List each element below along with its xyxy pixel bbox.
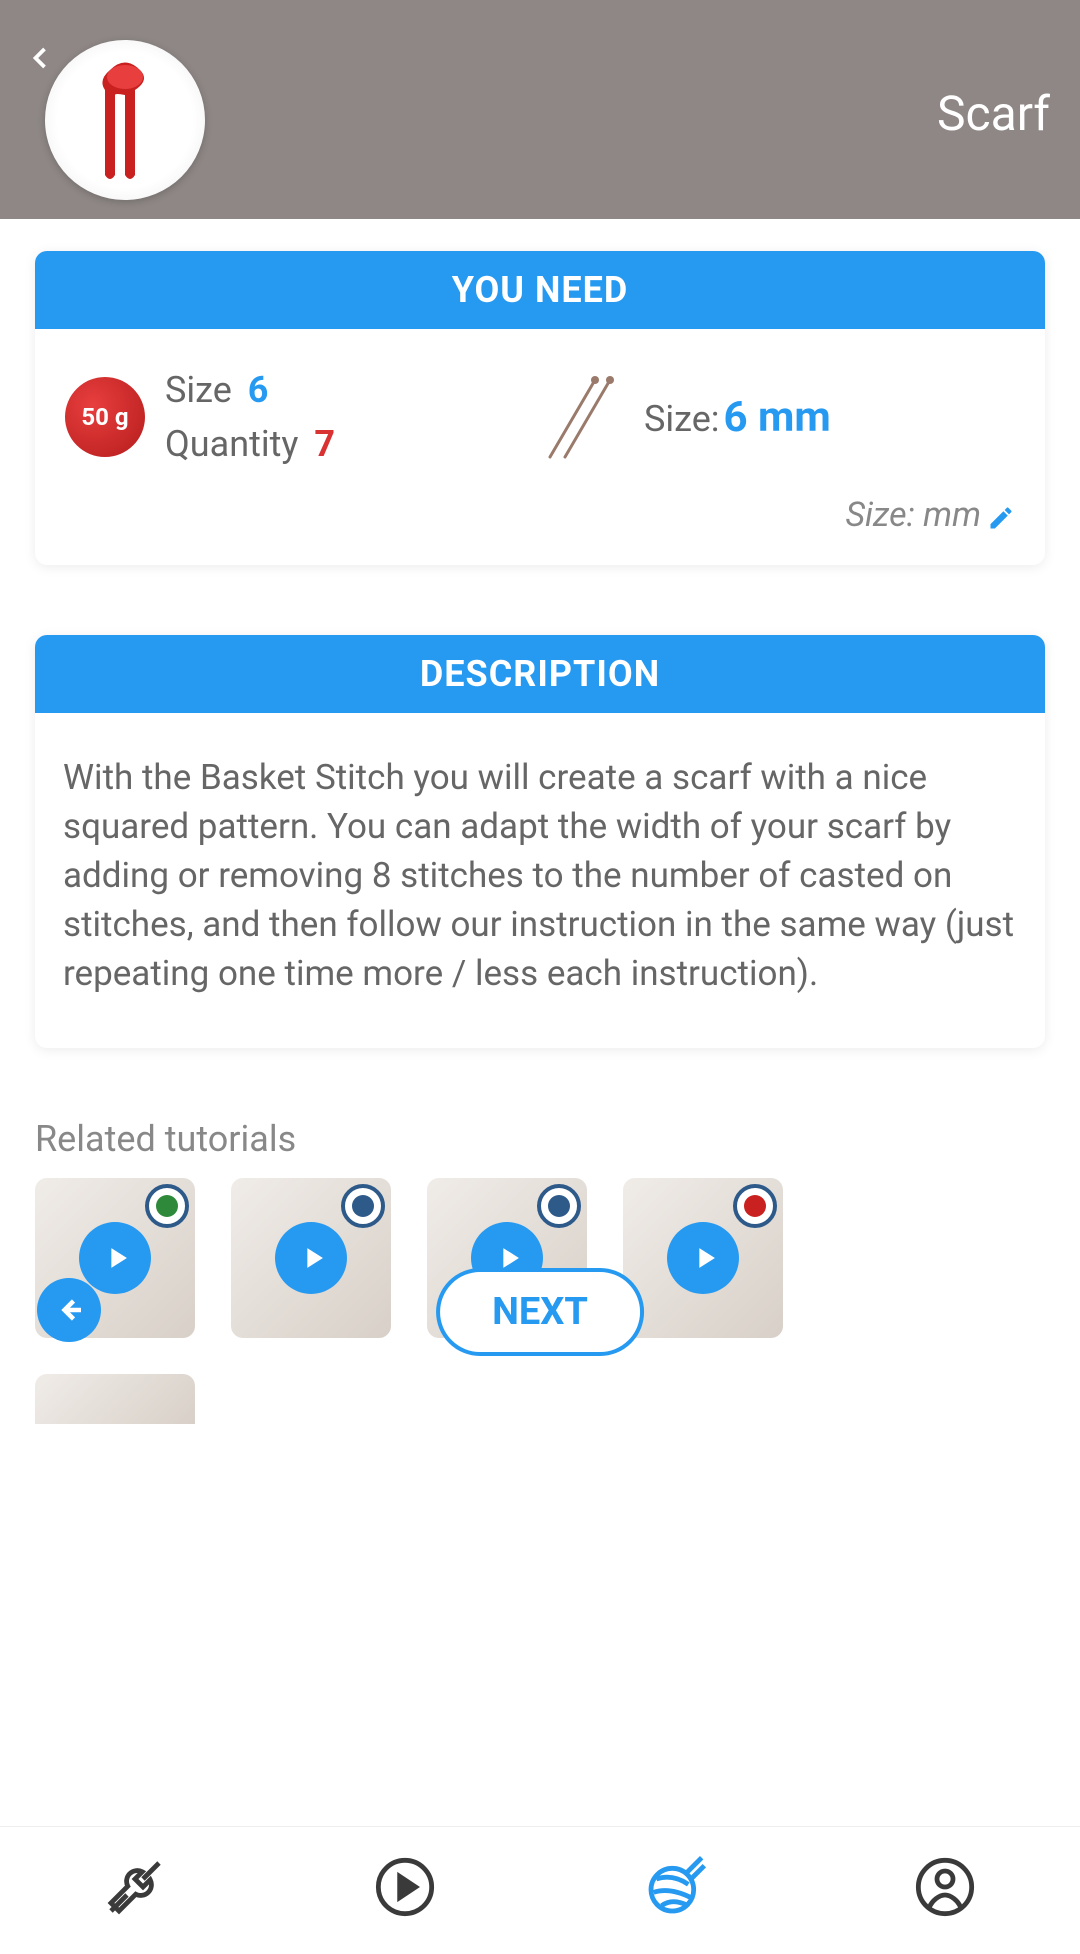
project-avatar bbox=[45, 40, 205, 200]
scarf-icon bbox=[80, 55, 170, 185]
play-icon bbox=[667, 1222, 739, 1294]
edit-size-button[interactable]: Size: mm bbox=[65, 495, 1015, 535]
nav-profile-icon[interactable] bbox=[913, 1855, 977, 1919]
tutorial-item[interactable] bbox=[231, 1178, 391, 1338]
description-header: DESCRIPTION bbox=[35, 635, 1045, 713]
related-tutorials-title: Related tutorials bbox=[35, 1118, 1045, 1160]
tutorial-badge-icon bbox=[145, 1184, 189, 1228]
needle-size-value: 6 mm bbox=[723, 393, 830, 442]
pencil-icon bbox=[987, 501, 1015, 529]
nav-yarn-icon[interactable] bbox=[643, 1855, 707, 1919]
yarn-size-label: Size bbox=[165, 369, 232, 411]
yarn-size-value: 6 bbox=[248, 369, 269, 411]
tutorial-badge-icon bbox=[733, 1184, 777, 1228]
knitting-needles-icon bbox=[540, 372, 620, 462]
nav-play-icon[interactable] bbox=[373, 1855, 437, 1919]
play-icon bbox=[275, 1222, 347, 1294]
description-text: With the Basket Stitch you will create a… bbox=[35, 713, 1045, 1048]
you-need-card: YOU NEED 50 g Size 6 Quantity 7 bbox=[35, 251, 1045, 565]
tutorial-item[interactable] bbox=[623, 1178, 783, 1338]
tutorial-item[interactable] bbox=[35, 1374, 195, 1424]
description-card: DESCRIPTION With the Basket Stitch you w… bbox=[35, 635, 1045, 1048]
tutorial-badge-icon bbox=[341, 1184, 385, 1228]
yarn-quantity-label: Quantity bbox=[165, 423, 298, 465]
yarn-quantity-value: 7 bbox=[314, 423, 335, 465]
edit-size-label: Size: mm bbox=[845, 495, 981, 535]
bottom-nav bbox=[0, 1826, 1080, 1946]
needle-size-label: Size: bbox=[644, 398, 720, 440]
play-icon bbox=[79, 1222, 151, 1294]
float-back-button[interactable] bbox=[37, 1278, 101, 1342]
next-button[interactable]: NEXT bbox=[436, 1268, 644, 1356]
page-title: Scarf bbox=[937, 85, 1050, 142]
yarn-ball-icon: 50 g bbox=[65, 377, 145, 457]
you-need-header: YOU NEED bbox=[35, 251, 1045, 329]
header-banner: Scarf bbox=[0, 0, 1080, 219]
nav-tools-icon[interactable] bbox=[103, 1855, 167, 1919]
tutorial-badge-icon bbox=[537, 1184, 581, 1228]
back-arrow-icon[interactable] bbox=[22, 40, 58, 76]
